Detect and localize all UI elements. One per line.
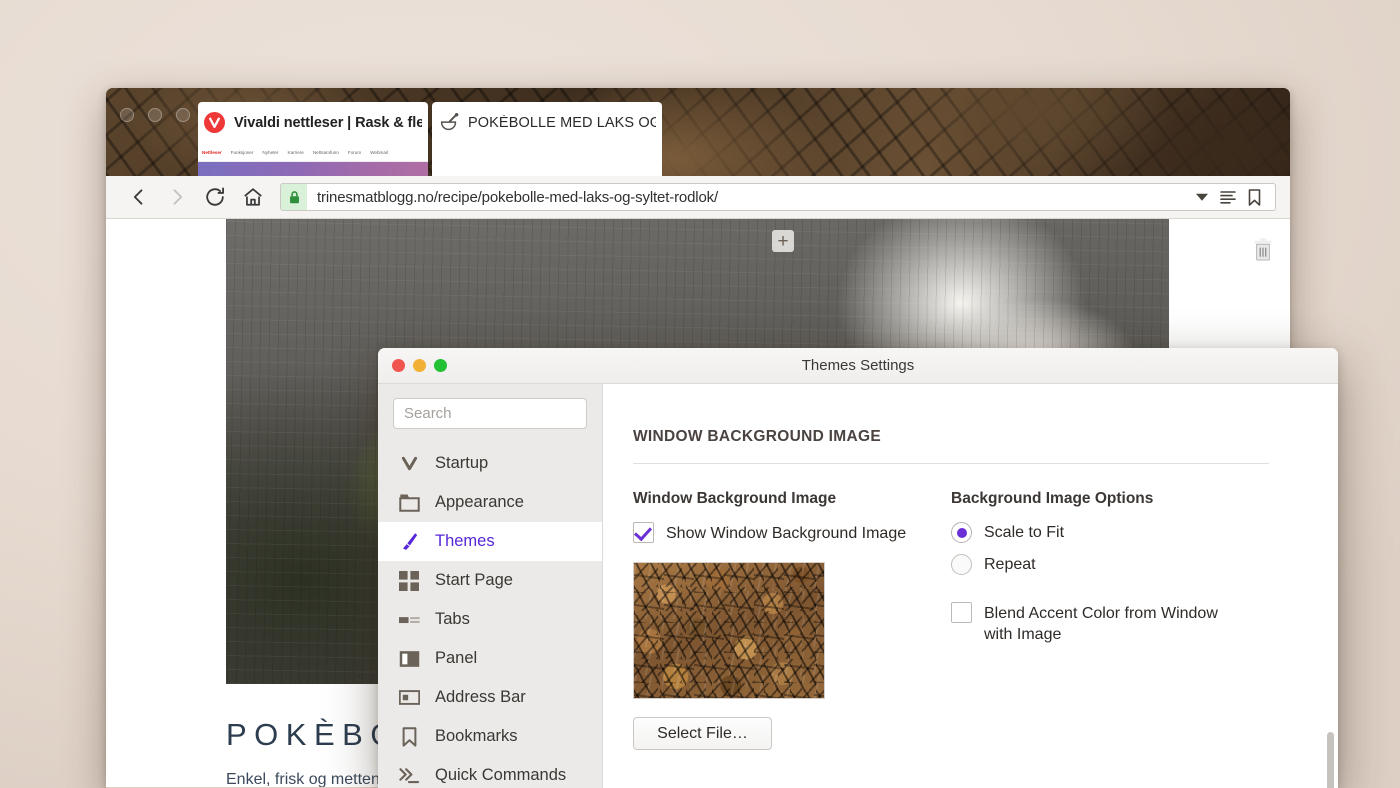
address-bar-field[interactable]: trinesmatblogg.no/recipe/pokebolle-med-l… — [280, 183, 1276, 211]
page-subtitle: Enkel, frisk og mettende — [226, 771, 398, 787]
browser-maximize-button[interactable] — [176, 108, 190, 122]
themes-settings-window: Themes Settings Startup Appearance — [378, 348, 1338, 788]
background-image-preview[interactable] — [633, 562, 825, 700]
thumb-nav-item: Nyheter — [262, 149, 279, 156]
select-file-button[interactable]: Select File… — [633, 717, 772, 751]
settings-maximize-button[interactable] — [434, 359, 447, 372]
sidebar-item-label: Themes — [435, 532, 495, 550]
tab-thumbnail-hero — [198, 162, 428, 176]
browser-toolbar: trinesmatblogg.no/recipe/pokebolle-med-l… — [106, 176, 1290, 219]
settings-titlebar: Themes Settings — [378, 348, 1338, 384]
sidebar-item-label: Tabs — [435, 610, 470, 628]
tab-thumbnail — [432, 144, 662, 176]
thumb-nav-item: Nettleser — [202, 149, 222, 156]
trash-icon[interactable] — [1252, 236, 1274, 262]
browser-tab[interactable]: POKÈBOLLE MED LAKS OG SY — [432, 102, 662, 176]
reload-icon[interactable] — [196, 178, 234, 216]
show-window-background-image-row[interactable]: Show Window Background Image — [633, 522, 951, 544]
scale-to-fit-radio[interactable] — [951, 522, 972, 543]
grid-tiles-icon — [398, 570, 420, 592]
tab-title: POKÈBOLLE MED LAKS OG SY — [468, 115, 656, 131]
settings-main-panel: WINDOW BACKGROUND IMAGE Window Backgroun… — [603, 384, 1338, 788]
settings-sidebar: Startup Appearance The — [378, 384, 603, 788]
chevron-down-icon[interactable] — [1189, 193, 1215, 202]
lock-icon — [281, 184, 307, 210]
forward-button[interactable] — [158, 178, 196, 216]
tab-thumbnail-nav: Nettleser Funksjoner Nyheter Karriere Ne… — [198, 144, 428, 162]
column-heading: Background Image Options — [951, 490, 1154, 507]
browser-tab[interactable]: Vivaldi nettleser | Rask & fleks Nettles… — [198, 102, 428, 176]
section-divider — [633, 463, 1269, 464]
sidebar-item-label: Appearance — [435, 493, 524, 511]
repeat-radio[interactable] — [951, 554, 972, 575]
sidebar-item-themes[interactable]: Themes — [378, 522, 602, 561]
reader-view-icon[interactable] — [1215, 190, 1241, 204]
tab-title: Vivaldi nettleser | Rask & fleks — [234, 115, 422, 131]
background-image-options-column: Background Image Options Scale to Fit Re… — [951, 490, 1271, 750]
quick-commands-icon — [398, 765, 420, 787]
sidebar-item-label: Address Bar — [435, 688, 526, 706]
settings-minimize-button[interactable] — [413, 359, 426, 372]
thumb-nav-item: Funksjoner — [230, 149, 254, 156]
sidebar-item-start-page[interactable]: Start Page — [378, 561, 602, 600]
address-bar-icon — [398, 687, 420, 709]
sidebar-item-label: Bookmarks — [435, 727, 518, 745]
sidebar-item-bookmarks[interactable]: Bookmarks — [378, 717, 602, 756]
browser-tab-bar: Vivaldi nettleser | Rask & fleks Nettles… — [106, 88, 1290, 261]
search-input[interactable] — [393, 398, 587, 429]
settings-scrollbar[interactable] — [1327, 732, 1334, 788]
thumb-nav-item: Karriere — [287, 149, 304, 156]
sidebar-item-label: Panel — [435, 649, 478, 667]
thumb-nav-item: Webmail — [370, 149, 388, 156]
back-button[interactable] — [120, 178, 158, 216]
section-title: WINDOW BACKGROUND IMAGE — [633, 428, 881, 445]
checkbox-label: Show Window Background Image — [666, 525, 907, 542]
vivaldi-v-icon — [398, 453, 420, 475]
bookmark-icon — [398, 726, 420, 748]
paintbrush-icon — [398, 531, 420, 553]
column-heading: Window Background Image — [633, 490, 837, 507]
sidebar-item-panel[interactable]: Panel — [378, 639, 602, 678]
settings-window-title: Themes Settings — [801, 357, 915, 374]
thumb-nav-item: Nettsamfunn — [312, 149, 339, 156]
settings-close-button[interactable] — [392, 359, 405, 372]
mortar-pestle-icon — [438, 112, 460, 134]
sidebar-item-tabs[interactable]: Tabs — [378, 600, 602, 639]
checkbox-label: Blend Accent Color from Window with Imag… — [984, 605, 1218, 644]
home-icon[interactable] — [234, 178, 272, 216]
bookmark-icon[interactable] — [1241, 188, 1267, 206]
preferences-row: Window Background Image Show Window Back… — [633, 490, 1338, 751]
vivaldi-logo-icon — [204, 112, 226, 134]
window-frame-icon — [398, 492, 420, 514]
blend-accent-color-checkbox[interactable] — [951, 602, 972, 623]
browser-close-button[interactable] — [120, 108, 134, 122]
panel-icon — [398, 648, 420, 670]
blend-accent-color-row[interactable]: Blend Accent Color from Window with Imag… — [951, 602, 1271, 645]
browser-minimize-button[interactable] — [148, 108, 162, 122]
sidebar-item-quick-commands[interactable]: Quick Commands — [378, 756, 602, 788]
window-background-image-column: Window Background Image Show Window Back… — [633, 490, 951, 751]
sidebar-item-label: Start Page — [435, 571, 513, 589]
sidebar-item-appearance[interactable]: Appearance — [378, 483, 602, 522]
sidebar-item-label: Startup — [435, 454, 489, 472]
radio-label: Repeat — [984, 555, 1036, 573]
repeat-row[interactable]: Repeat — [951, 554, 1271, 575]
settings-window-controls[interactable] — [378, 359, 447, 372]
sidebar-item-label: Quick Commands — [435, 766, 567, 784]
tab-thumbnail: Nettleser Funksjoner Nyheter Karriere Ne… — [198, 144, 428, 176]
settings-body: Startup Appearance The — [378, 384, 1338, 788]
tabs-icon — [398, 609, 420, 631]
browser-window-controls[interactable] — [120, 108, 190, 122]
new-tab-button[interactable]: + — [772, 230, 794, 252]
thumb-nav-item: Forum — [347, 149, 362, 156]
sidebar-item-startup[interactable]: Startup — [378, 444, 602, 483]
scale-to-fit-row[interactable]: Scale to Fit — [951, 522, 1271, 543]
url-text: trinesmatblogg.no/recipe/pokebolle-med-l… — [317, 188, 719, 206]
sidebar-item-address-bar[interactable]: Address Bar — [378, 678, 602, 717]
show-window-background-image-checkbox[interactable] — [633, 522, 654, 543]
radio-label: Scale to Fit — [984, 523, 1065, 541]
